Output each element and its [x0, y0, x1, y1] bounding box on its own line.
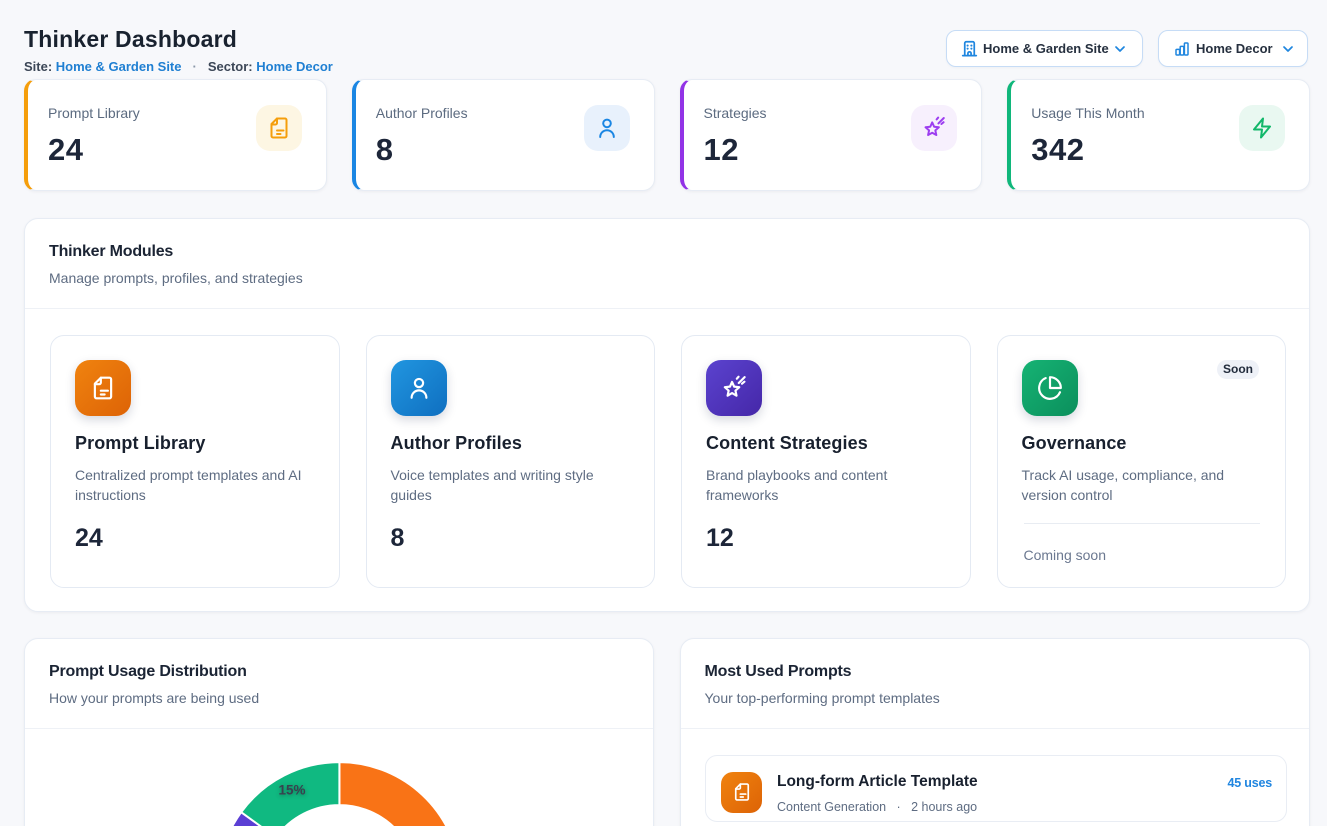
svg-text:15%: 15%: [278, 782, 305, 797]
